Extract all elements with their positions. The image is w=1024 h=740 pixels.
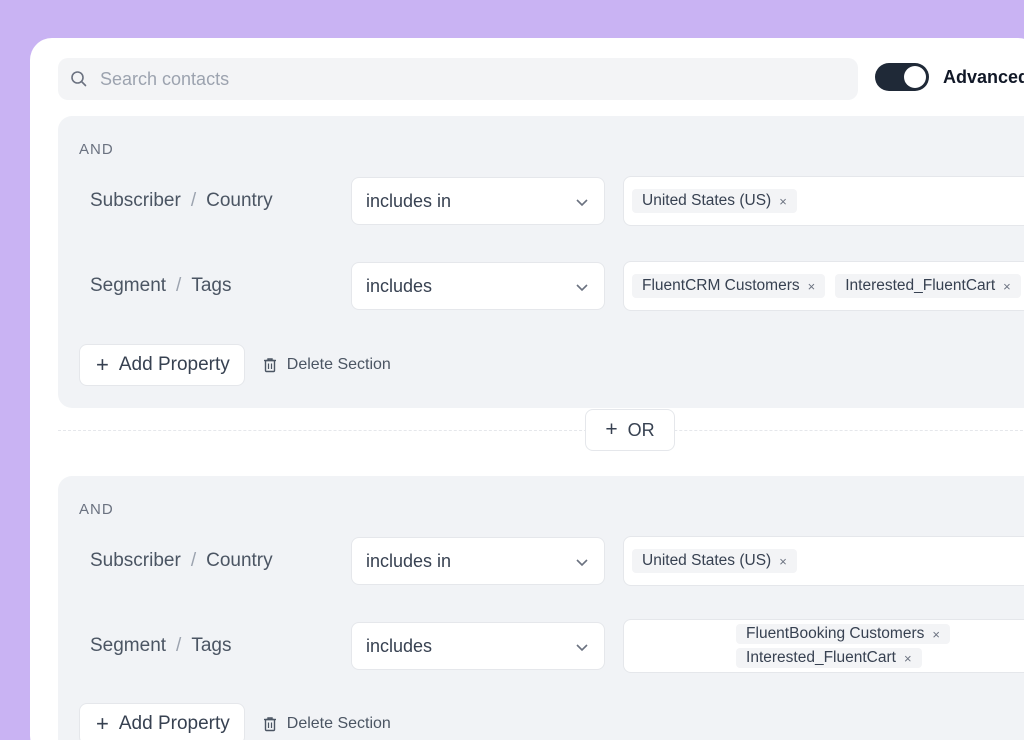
property-field: Country [206,190,273,211]
add-property-button[interactable]: + Add Property [79,344,245,386]
property-label: Segment / Tags [90,621,231,671]
property-label: Subscriber / Country [90,536,273,586]
value-chip: United States (US) × [632,189,797,213]
condition-row: Subscriber / Country includes in United … [58,176,1024,226]
chip-label: Interested_FluentCart [845,277,996,294]
filter-section-2: AND Subscriber / Country includes in Uni… [58,476,1024,740]
property-label: Segment / Tags [90,261,231,311]
property-separator: / [176,635,182,656]
value-chip: Interested_FluentCart × [736,648,922,668]
property-field: Tags [191,275,232,296]
chip-remove-icon[interactable]: × [779,554,787,569]
plus-icon: + [96,711,109,736]
chip-remove-icon[interactable]: × [904,651,912,666]
condition-row: Segment / Tags includes FluentBooking Cu… [58,619,1024,673]
plus-icon: + [96,352,109,377]
value-multiselect[interactable]: FluentBooking Customers × Interested_Flu… [623,619,1024,673]
trash-icon [261,356,279,374]
chip-remove-icon[interactable]: × [808,279,816,294]
and-label: AND [79,141,114,158]
operator-value: includes in [366,550,452,571]
delete-section-label: Delete Section [286,715,391,732]
advanced-label: Advanced [943,66,1024,87]
operator-select[interactable]: includes in [351,177,605,225]
search-bar [58,58,858,100]
operator-value: includes [366,635,433,656]
or-divider [58,430,1024,431]
operator-select[interactable]: includes [351,262,605,310]
toggle-knob [904,66,926,88]
property-name: Segment [90,635,167,656]
chevron-down-icon [574,639,590,655]
chip-label: United States (US) [642,192,772,209]
property-label: Subscriber / Country [90,176,273,226]
delete-section-button[interactable]: Delete Section [261,715,391,733]
chevron-down-icon [574,554,590,570]
and-label: AND [79,501,114,518]
value-chip: United States (US) × [632,549,797,573]
value-multiselect[interactable]: United States (US) × [623,536,1024,586]
property-separator: / [190,190,197,211]
add-or-group-button[interactable]: + OR [585,409,675,451]
chevron-down-icon [574,279,590,295]
property-field: Tags [191,635,232,656]
chip-label: FluentBooking Customers [746,625,925,642]
chevron-down-icon [574,194,590,210]
operator-select[interactable]: includes [351,622,605,670]
chip-label: FluentCRM Customers [642,277,800,294]
add-property-label: Add Property [118,354,230,375]
condition-row: Subscriber / Country includes in United … [58,536,1024,586]
property-separator: / [176,275,182,296]
value-chip: Interested_FluentCart × [835,274,1021,298]
chip-label: Interested_FluentCart [746,649,896,666]
search-input[interactable] [100,68,800,90]
or-label: OR [627,419,655,440]
value-chip: FluentCRM Customers × [632,274,826,298]
value-multiselect[interactable]: United States (US) × [623,176,1024,226]
chip-remove-icon[interactable]: × [932,627,940,642]
value-multiselect[interactable]: FluentCRM Customers × Interested_FluentC… [623,261,1024,311]
value-chip: FluentBooking Customers × [736,624,950,644]
operator-value: includes [366,275,433,296]
add-property-label: Add Property [118,713,230,734]
trash-icon [261,715,279,733]
advanced-toggle[interactable] [875,63,929,91]
property-separator: / [190,550,197,571]
property-field: Country [206,550,273,571]
plus-icon: + [605,418,618,441]
advanced-toggle-group: Advanced [875,63,1024,91]
chip-remove-icon[interactable]: × [779,194,787,209]
filter-section-1: AND Subscriber / Country includes in Uni… [58,116,1024,408]
property-name: Segment [90,275,167,296]
condition-row: Segment / Tags includes FluentCRM Custom… [58,261,1024,311]
add-property-button[interactable]: + Add Property [79,703,245,740]
search-icon [70,70,88,88]
property-name: Subscriber [90,190,181,211]
chip-label: United States (US) [642,552,772,569]
operator-select[interactable]: includes in [351,537,605,585]
property-name: Subscriber [90,550,181,571]
operator-value: includes in [366,190,452,211]
delete-section-button[interactable]: Delete Section [261,356,391,374]
section-actions: + Add Property Delete Section [79,703,391,740]
chip-remove-icon[interactable]: × [1003,279,1011,294]
section-actions: + Add Property Delete Section [79,344,391,386]
delete-section-label: Delete Section [286,356,391,373]
filter-card: Advanced AND Subscriber / Country includ… [30,38,1024,740]
